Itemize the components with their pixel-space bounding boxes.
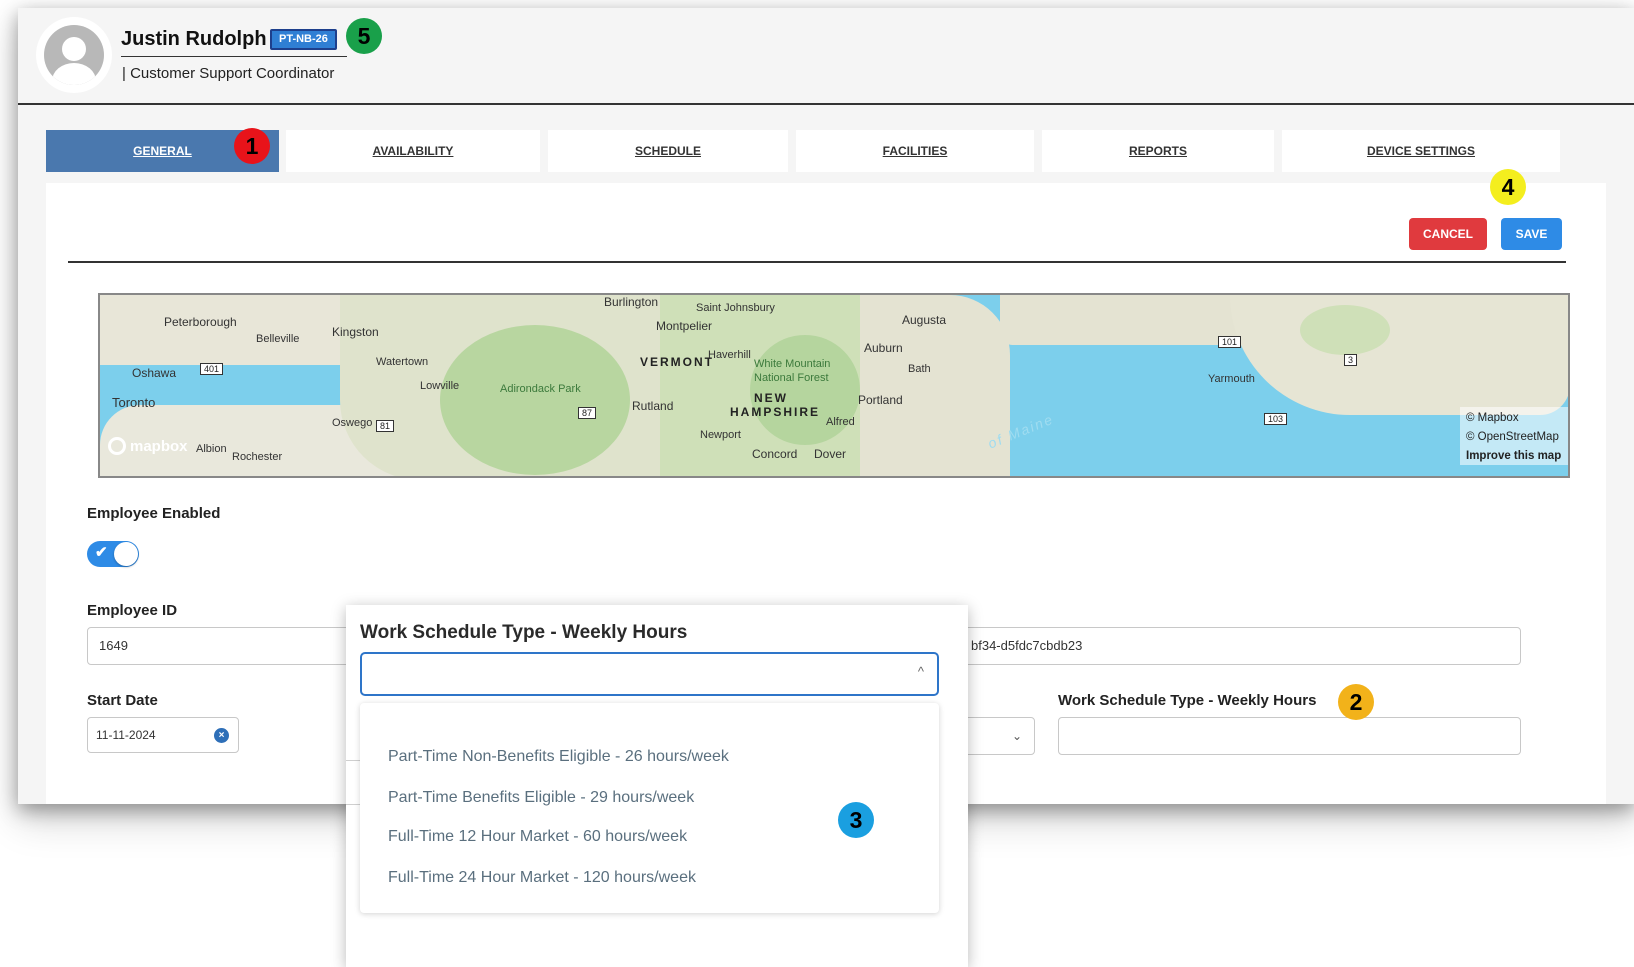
- tab-availability[interactable]: AVAILABILITY: [286, 130, 540, 172]
- work-schedule-label: Work Schedule Type - Weekly Hours: [1058, 692, 1317, 709]
- marker-2: 2: [1338, 684, 1374, 720]
- map-label: Bath: [908, 363, 931, 375]
- map-label: Kingston: [332, 325, 379, 339]
- tab-facilities[interactable]: FACILITIES: [796, 130, 1034, 172]
- employee-name: Justin Rudolph: [121, 28, 267, 50]
- map-label: Concord: [752, 447, 798, 461]
- map-label: National Forest: [754, 372, 829, 384]
- map-label: Rochester: [232, 451, 283, 463]
- select-field[interactable]: ⌄: [958, 717, 1035, 755]
- check-icon: ✔: [95, 544, 108, 561]
- map-label: Peterborough: [164, 315, 237, 329]
- panel-divider: [68, 261, 1566, 263]
- start-date-label: Start Date: [87, 692, 158, 709]
- osm-attribution-link[interactable]: © OpenStreetMap: [1466, 428, 1562, 447]
- dropdown-option[interactable]: Part-Time Non-Benefits Eligible - 26 hou…: [388, 748, 729, 766]
- work-schedule-dropdown-zoom: Work Schedule Type - Weekly Hours ^ Part…: [346, 605, 968, 967]
- highway-shield-icon: 81: [376, 420, 395, 432]
- highway-shield-icon: 87: [578, 407, 597, 419]
- map-attribution: © Mapbox © OpenStreetMap Improve this ma…: [1460, 407, 1568, 465]
- map-label: Newport: [700, 429, 741, 441]
- dropdown-option[interactable]: Part-Time Benefits Eligible - 29 hours/w…: [388, 789, 694, 807]
- location-map[interactable]: Peterborough Belleville Kingston Oshawa …: [98, 293, 1570, 478]
- map-label: Burlington: [604, 295, 659, 309]
- start-date-input[interactable]: 11-11-2024 ×: [87, 717, 239, 753]
- map-label: Albion: [196, 443, 227, 455]
- employee-header: Justin Rudolph PT-NB-26 | Customer Suppo…: [18, 8, 1634, 105]
- marker-1: 1: [234, 128, 270, 164]
- map-label: HAMPSHIRE: [730, 405, 821, 419]
- highway-shield-icon: 3: [1344, 354, 1358, 366]
- map-label: VERMONT: [640, 355, 714, 369]
- map-label: Oswego: [332, 417, 373, 429]
- map-label: Belleville: [256, 333, 300, 345]
- map-label: Adirondack Park: [500, 383, 581, 395]
- avatar: [36, 17, 112, 93]
- map-label: Portland: [858, 393, 903, 407]
- mapbox-attribution-link[interactable]: © Mapbox: [1466, 409, 1562, 428]
- map-label: Haverhill: [708, 349, 751, 361]
- map-label: Toronto: [112, 395, 156, 410]
- popup-title: Work Schedule Type - Weekly Hours: [360, 622, 688, 643]
- tab-reports[interactable]: REPORTS: [1042, 130, 1274, 172]
- clear-date-icon[interactable]: ×: [214, 728, 229, 743]
- map-label: Montpelier: [656, 319, 713, 333]
- employee-enabled-toggle[interactable]: ✔: [87, 541, 139, 567]
- highway-shield-icon: 103: [1264, 413, 1288, 425]
- chevron-up-icon: ^: [917, 664, 924, 679]
- dropdown-option[interactable]: Full-Time 24 Hour Market - 120 hours/wee…: [388, 869, 696, 887]
- marker-4: 4: [1490, 169, 1526, 205]
- marker-3: 3: [838, 802, 874, 838]
- uuid-input[interactable]: bf34-d5fdc7cbdb23: [948, 627, 1521, 665]
- cancel-button[interactable]: CANCEL: [1409, 218, 1487, 250]
- dropdown-option[interactable]: Full-Time 12 Hour Market - 60 hours/week: [388, 828, 687, 846]
- employee-type-badge: PT-NB-26: [270, 29, 337, 50]
- map-label: Saint Johnsbury: [696, 302, 775, 314]
- highway-shield-icon: 101: [1218, 336, 1242, 348]
- work-schedule-select[interactable]: [1058, 717, 1521, 755]
- employee-title: | Customer Support Coordinator: [122, 65, 335, 82]
- map-label: Oshawa: [132, 366, 177, 380]
- work-schedule-select-open[interactable]: ^: [360, 652, 939, 696]
- map-label: Augusta: [902, 313, 947, 327]
- tab-schedule[interactable]: SCHEDULE: [548, 130, 788, 172]
- employee-id-input[interactable]: 1649: [87, 627, 387, 665]
- user-icon: [44, 25, 104, 85]
- name-underline: [121, 56, 347, 57]
- tab-device-settings[interactable]: DEVICE SETTINGS: [1282, 130, 1560, 172]
- map-label: Lowville: [420, 380, 460, 392]
- map-label: Rutland: [632, 399, 674, 413]
- improve-map-link[interactable]: Improve this map: [1466, 447, 1562, 466]
- marker-5: 5: [346, 18, 382, 54]
- map-label: Watertown: [376, 356, 429, 368]
- employee-enabled-label: Employee Enabled: [87, 505, 221, 522]
- save-button[interactable]: SAVE: [1501, 218, 1562, 250]
- mapbox-logo-icon: mapbox: [108, 437, 188, 455]
- map-label: NEW: [754, 391, 788, 405]
- map-label: Auburn: [864, 341, 903, 355]
- chevron-down-icon: ⌄: [1011, 729, 1022, 743]
- map-label: White Mountain: [754, 358, 831, 370]
- map-label: Alfred: [826, 416, 855, 428]
- employee-id-label: Employee ID: [87, 602, 178, 619]
- map-label: Yarmouth: [1208, 373, 1255, 385]
- map-label: Dover: [814, 447, 847, 461]
- highway-shield-icon: 401: [200, 363, 224, 375]
